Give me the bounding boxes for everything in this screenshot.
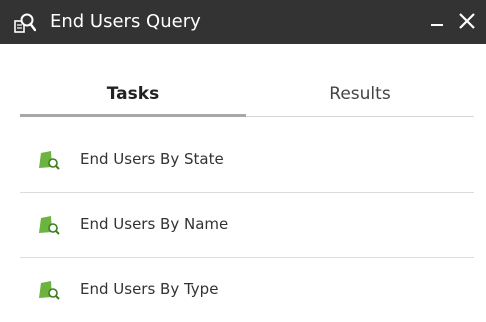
query-search-icon: [38, 280, 60, 300]
user-search-icon: [14, 12, 37, 34]
close-button[interactable]: [456, 8, 478, 34]
query-search-icon: [38, 215, 60, 235]
task-item-by-type[interactable]: End Users By Type: [20, 258, 474, 322]
window-title: End Users Query: [50, 11, 201, 32]
window-titlebar: End Users Query: [0, 0, 486, 44]
tab-bar: Tasks Results: [20, 80, 474, 117]
minimize-button[interactable]: [426, 8, 448, 34]
task-label: End Users By State: [80, 150, 224, 168]
task-label: End Users By Name: [80, 215, 229, 233]
query-search-icon: [38, 150, 60, 170]
task-label: End Users By Type: [80, 280, 219, 298]
task-list: End Users By State End Users By Name End…: [20, 128, 474, 322]
tab-tasks[interactable]: Tasks: [20, 80, 246, 117]
task-item-by-state[interactable]: End Users By State: [20, 128, 474, 193]
tab-results[interactable]: Results: [246, 80, 474, 114]
close-icon: [459, 13, 475, 29]
task-item-by-name[interactable]: End Users By Name: [20, 193, 474, 258]
